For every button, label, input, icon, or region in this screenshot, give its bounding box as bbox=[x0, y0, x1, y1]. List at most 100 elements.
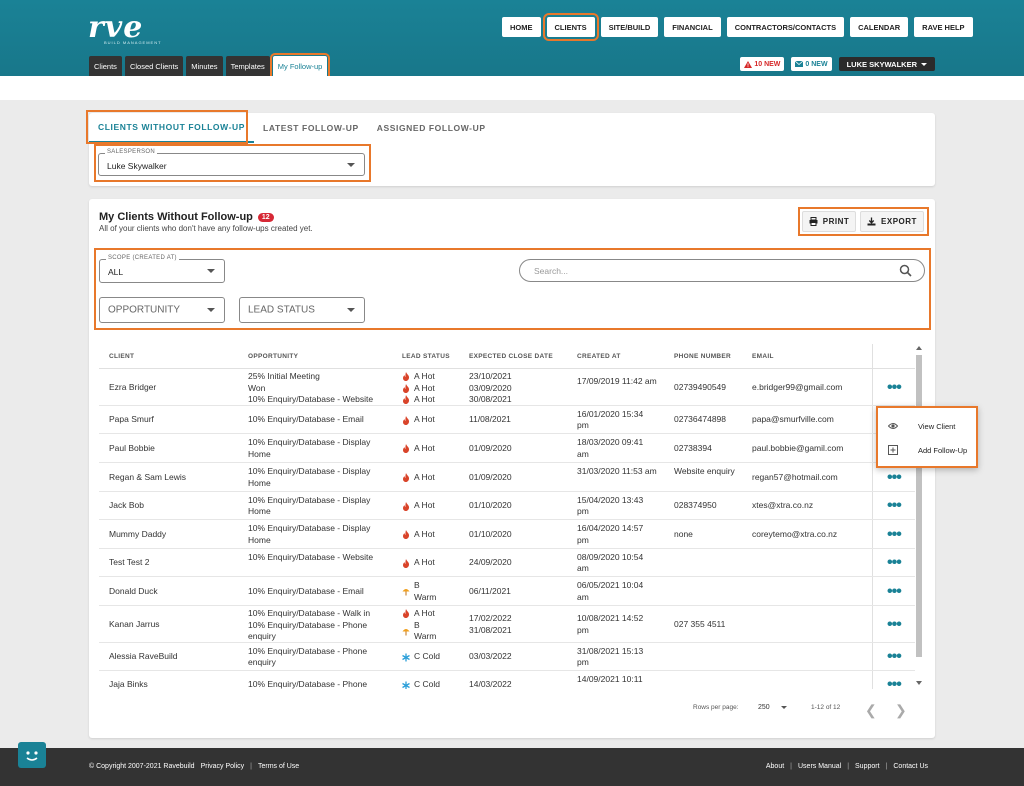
export-button[interactable]: EXPORT bbox=[860, 211, 924, 232]
tab-latest-follow-up[interactable]: LATEST FOLLOW-UP bbox=[254, 113, 368, 143]
footer-support-link[interactable]: Support bbox=[855, 763, 880, 770]
header-lead-status[interactable]: LEAD STATUS bbox=[402, 353, 450, 360]
scope-select[interactable]: SCOPE (CREATED AT) ALL bbox=[99, 255, 225, 283]
tab-clients-without-follow-up[interactable]: CLIENTS WITHOUT FOLLOW-UP bbox=[89, 113, 255, 143]
table-row[interactable]: Mummy Daddy 10% Enquiry/Database - Displa… bbox=[99, 520, 915, 549]
table-row[interactable]: Regan & Sam Lewis 10% Enquiry/Database - … bbox=[99, 463, 915, 492]
email: xtes@xtra.co.nz bbox=[752, 500, 814, 511]
salesperson-value: Luke Skywalker bbox=[107, 161, 167, 171]
nav-site-build[interactable]: SITE/BUILD bbox=[600, 17, 659, 37]
terms-link[interactable]: Terms of Use bbox=[258, 763, 299, 770]
table-row[interactable]: Alessia RaveBuild 10% Enquiry/Database - … bbox=[99, 643, 915, 671]
more-actions-icon[interactable]: ••• bbox=[887, 379, 902, 395]
expected-close-date: 23/10/2021 03/09/2020 30/08/2021 bbox=[469, 371, 564, 406]
opportunity-cell: 10% Enquiry/Database - Display Home bbox=[248, 466, 383, 489]
menu-view-client[interactable]: View Client bbox=[888, 418, 955, 434]
client-name: Regan & Sam Lewis bbox=[109, 471, 187, 482]
more-actions-icon[interactable]: ••• bbox=[887, 498, 902, 514]
opportunity-line: 10% Enquiry/Database - Website bbox=[248, 394, 374, 404]
search-input[interactable]: Search... bbox=[534, 266, 568, 276]
menu-add-follow-up[interactable]: Add Follow-Up bbox=[888, 442, 967, 458]
nav-clients[interactable]: CLIENTS bbox=[542, 13, 599, 41]
search-icon[interactable] bbox=[899, 264, 912, 277]
more-actions-icon[interactable]: ••• bbox=[887, 677, 902, 690]
salesperson-select[interactable]: SALESPERSON Luke Skywalker bbox=[98, 149, 365, 176]
created-at: 10/08/2021 14:52 pm bbox=[577, 613, 644, 635]
filter-card: CLIENTS WITHOUT FOLLOW-UP LATEST FOLLOW-… bbox=[86, 110, 935, 186]
table-row[interactable]: Test Test 2 10% Enquiry/Database - Websit… bbox=[99, 549, 915, 577]
more-actions-icon[interactable]: ••• bbox=[887, 649, 902, 665]
header-phone-number[interactable]: PHONE NUMBER bbox=[674, 353, 731, 360]
lead-status-cell: A Hot bbox=[402, 472, 462, 484]
header-opportunity[interactable]: OPPORTUNITY bbox=[248, 353, 298, 360]
more-actions-icon[interactable]: ••• bbox=[887, 526, 902, 542]
more-actions-icon[interactable]: ••• bbox=[887, 469, 902, 485]
privacy-link[interactable]: Privacy Policy bbox=[201, 763, 245, 770]
logo[interactable]: rve BUILD MANAGEMENT bbox=[88, 13, 176, 46]
rows-per-page-select[interactable]: 250 bbox=[758, 704, 787, 711]
scroll-down-arrow[interactable] bbox=[916, 681, 922, 685]
table-row[interactable]: Jack Bob 10% Enquiry/Database - Display H… bbox=[99, 492, 915, 520]
more-actions-icon[interactable]: ••• bbox=[887, 555, 902, 571]
print-button[interactable]: PRINT bbox=[802, 211, 856, 232]
email: regan57@hotmail.com bbox=[752, 471, 838, 482]
header-spacer bbox=[0, 76, 1024, 100]
tab-assigned-follow-up[interactable]: ASSIGNED FOLLOW-UP bbox=[368, 113, 495, 143]
messages-badge[interactable]: 0 NEW bbox=[791, 57, 832, 71]
scroll-up-arrow[interactable] bbox=[916, 346, 922, 350]
footer-left: © Copyright 2007-2021 Ravebuild Privacy … bbox=[89, 763, 299, 770]
more-actions-icon[interactable]: ••• bbox=[887, 616, 902, 632]
chat-widget-button[interactable] bbox=[18, 742, 46, 768]
footer-users-manual-link[interactable]: Users Manual bbox=[798, 763, 841, 770]
nav-home[interactable]: HOME bbox=[502, 17, 541, 37]
subtab-clients[interactable]: Clients bbox=[89, 56, 122, 76]
scroll-thumb[interactable] bbox=[916, 355, 922, 657]
close-date-line: 31/08/2021 bbox=[469, 624, 512, 635]
nav-calendar[interactable]: CALENDAR bbox=[850, 17, 909, 37]
lead-status-select[interactable]: LEAD STATUS bbox=[239, 297, 365, 323]
nav-rave-help[interactable]: RAVE HELP bbox=[914, 17, 973, 37]
table-scrollbar[interactable] bbox=[915, 343, 923, 689]
user-menu-button[interactable]: LUKE SKYWALKER bbox=[838, 57, 935, 71]
subtab-my-follow-up[interactable]: My Follow-up bbox=[269, 53, 331, 79]
table-row[interactable]: Paul Bobbie 10% Enquiry/Database - Displa… bbox=[99, 434, 915, 463]
header-email[interactable]: EMAIL bbox=[752, 353, 774, 360]
table-row[interactable]: Kanan Jarrus 10% Enquiry/Database - Walk … bbox=[99, 606, 915, 643]
created-at: 16/04/2020 14:57 pm bbox=[577, 523, 644, 545]
opportunity-select[interactable]: OPPORTUNITY bbox=[99, 297, 225, 323]
header-expected-close-date[interactable]: EXPECTED CLOSE DATE bbox=[469, 353, 553, 360]
table-row[interactable]: Papa Smurf 10% Enquiry/Database - Email A … bbox=[99, 406, 915, 434]
opportunity-cell: 10% Enquiry/Database - Walk in 10% Enquir… bbox=[248, 608, 383, 643]
more-actions-icon[interactable]: ••• bbox=[887, 583, 902, 599]
expected-close-date: 14/03/2022 bbox=[469, 679, 564, 689]
phone-number: 02739490549 bbox=[674, 381, 727, 392]
next-page-icon[interactable]: ❯ bbox=[895, 702, 907, 719]
header-created-at[interactable]: CREATED AT bbox=[577, 353, 621, 360]
nav-financial[interactable]: FINANCIAL bbox=[664, 17, 721, 37]
clients-card: My Clients Without Follow-up 12 All of y… bbox=[89, 199, 935, 738]
lead-status: A Hot bbox=[402, 414, 462, 426]
footer-about-link[interactable]: About bbox=[766, 763, 784, 770]
client-name: Paul Bobbie bbox=[109, 442, 155, 453]
phone-number: 028374950 bbox=[674, 500, 717, 511]
table-row[interactable]: Jaja Binks 10% Enquiry/Database - Phone C … bbox=[99, 671, 915, 689]
footer-contact-link[interactable]: Contact Us bbox=[893, 763, 928, 770]
snowflake-icon bbox=[402, 653, 410, 661]
search-box[interactable]: Search... bbox=[519, 259, 925, 282]
subtab-closed-clients[interactable]: Closed Clients bbox=[124, 56, 184, 76]
caret-down-icon bbox=[207, 308, 215, 312]
prev-page-icon[interactable]: ❮ bbox=[865, 702, 877, 719]
alerts-badge[interactable]: 10 NEW bbox=[740, 57, 785, 71]
table-row[interactable]: Donald Duck 10% Enquiry/Database - Email B… bbox=[99, 577, 915, 606]
lead-status-cell: A Hot A Hot A Hot bbox=[402, 371, 462, 406]
subtab-minutes[interactable]: Minutes bbox=[186, 56, 223, 76]
fire-icon bbox=[403, 444, 410, 453]
fire-icon bbox=[403, 609, 410, 619]
client-name: Test Test 2 bbox=[109, 557, 150, 568]
nav-contractors-contacts[interactable]: CONTRACTORS/CONTACTS bbox=[726, 17, 845, 37]
table-row[interactable]: Ezra Bridger 25% Initial Meeting Won 10% En… bbox=[99, 369, 915, 406]
scope-value: ALL bbox=[108, 267, 124, 277]
header-client[interactable]: CLIENT bbox=[109, 353, 134, 360]
subtab-templates[interactable]: Templates bbox=[225, 56, 270, 76]
opportunity-line: 10% Enquiry/Database - Display Home bbox=[248, 466, 371, 488]
